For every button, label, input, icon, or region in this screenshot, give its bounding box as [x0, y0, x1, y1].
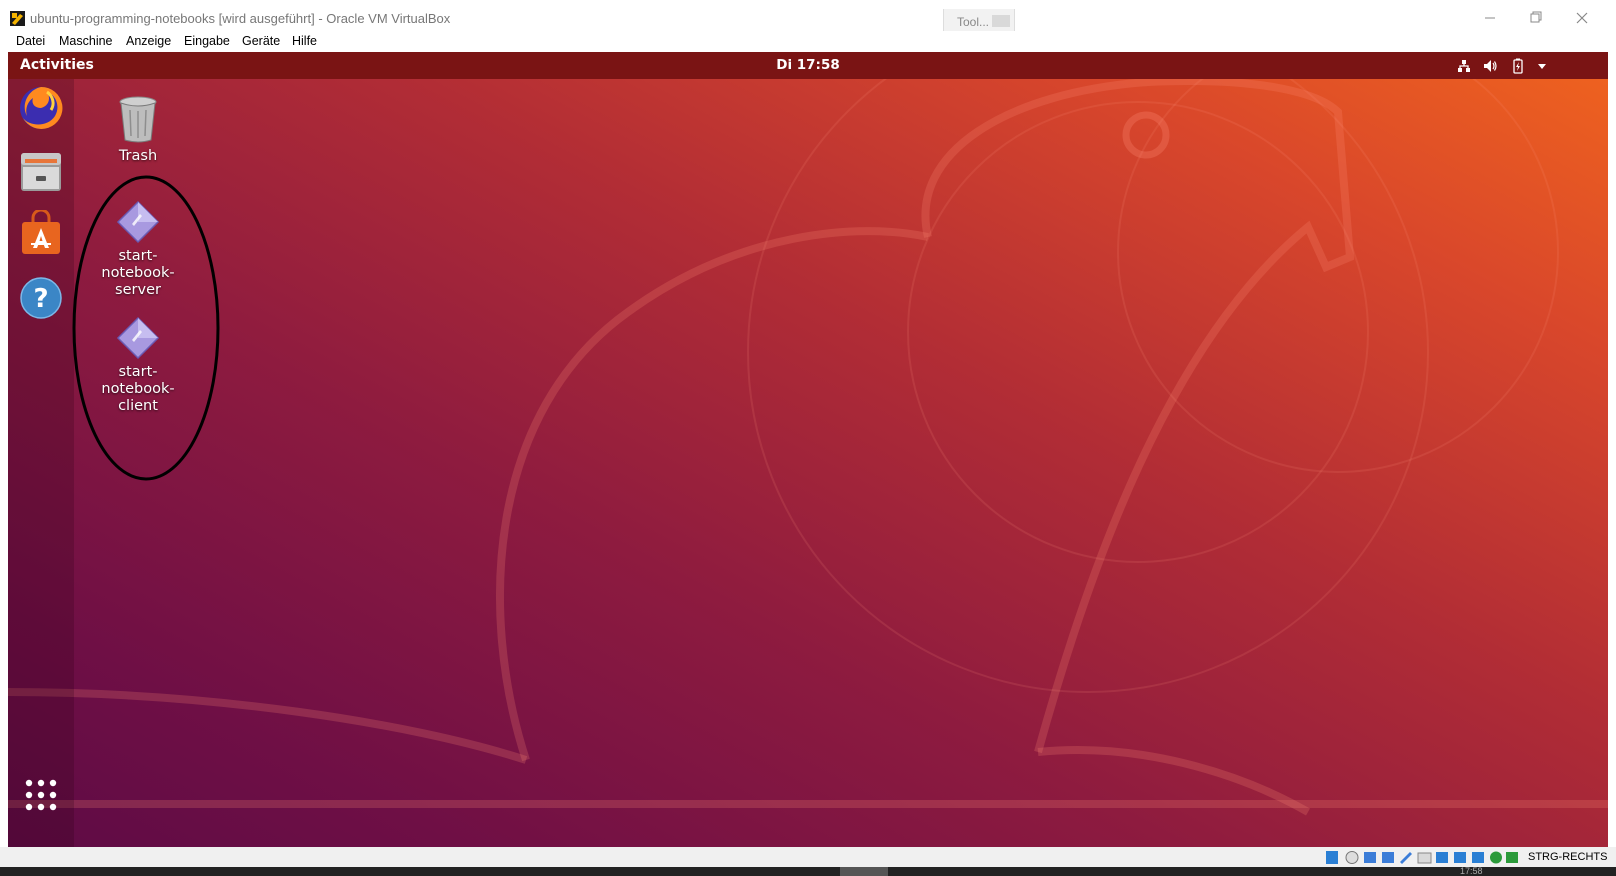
- display-icon: [1436, 852, 1448, 863]
- software-store-icon[interactable]: [17, 210, 65, 258]
- minimize-icon[interactable]: [1470, 4, 1510, 32]
- guest-desktop[interactable]: Activities Di 17:58 ? Trash start- noteb…: [8, 52, 1608, 847]
- annotation-ellipse: [72, 175, 220, 481]
- tools-tab-label: Tool...: [957, 15, 990, 29]
- window-title: ubuntu-programming-notebooks [wird ausge…: [30, 11, 451, 26]
- host-key-label: STRG-RECHTS: [1528, 851, 1608, 863]
- menu-maschine[interactable]: Maschine: [59, 34, 113, 48]
- usb-icon: [1400, 852, 1412, 864]
- shared-folders-icon: [1417, 852, 1432, 864]
- firefox-icon[interactable]: [17, 84, 65, 132]
- optical-drive-icon: [1345, 851, 1359, 864]
- taskbar-clock: 17:58: [1460, 866, 1483, 876]
- volume-icon[interactable]: [1482, 58, 1498, 74]
- desktop-icon-label: Trash: [118, 148, 158, 164]
- help-icon[interactable]: ?: [17, 274, 65, 322]
- menu-hilfe[interactable]: Hilfe: [292, 34, 317, 48]
- clock[interactable]: Di 17:58: [8, 57, 1608, 73]
- svg-text:?: ?: [33, 284, 48, 314]
- harddisk-icon: [1326, 851, 1338, 864]
- tools-tab[interactable]: Tool...: [943, 9, 1015, 31]
- trash-icon: [119, 96, 157, 143]
- cpu-icon: [1472, 852, 1484, 863]
- menu-geraete[interactable]: Geräte: [242, 34, 280, 48]
- host-taskbar: 17:58: [0, 867, 1616, 876]
- recording-icon: [1454, 852, 1466, 863]
- virtualbox-app-icon: [10, 11, 25, 26]
- desktop-icon-trash[interactable]: Trash: [88, 94, 188, 165]
- virtualbox-statusbar: STRG-RECHTS: [0, 847, 1616, 867]
- keyboard-capture-icon: [1506, 852, 1518, 863]
- network-adapter-icon: [1382, 852, 1394, 863]
- system-menu-arrow-icon[interactable]: [1534, 58, 1550, 74]
- menu-datei[interactable]: Datei: [16, 34, 45, 48]
- dock: ?: [8, 79, 74, 847]
- network-icon[interactable]: [1456, 58, 1472, 74]
- battery-icon[interactable]: [1510, 58, 1526, 74]
- close-icon[interactable]: [1562, 4, 1602, 32]
- mouse-integration-icon: [1490, 851, 1502, 864]
- show-applications-icon[interactable]: [17, 769, 65, 817]
- device-status-icons: [1326, 851, 1518, 864]
- gnome-topbar: Activities Di 17:58: [8, 52, 1608, 79]
- files-icon[interactable]: [17, 147, 65, 195]
- menu-anzeige[interactable]: Anzeige: [126, 34, 171, 48]
- menu-eingabe[interactable]: Eingabe: [184, 34, 230, 48]
- tools-tab-close-button[interactable]: [992, 15, 1010, 27]
- restore-icon[interactable]: [1516, 4, 1556, 32]
- window-titlebar: ubuntu-programming-notebooks [wird ausge…: [0, 0, 1616, 36]
- menu-bar: Datei Maschine Anzeige Eingabe Geräte Hi…: [0, 34, 1616, 52]
- taskbar-item[interactable]: [840, 867, 888, 876]
- wallpaper-artwork: [8, 52, 1608, 816]
- audio-icon: [1364, 852, 1376, 863]
